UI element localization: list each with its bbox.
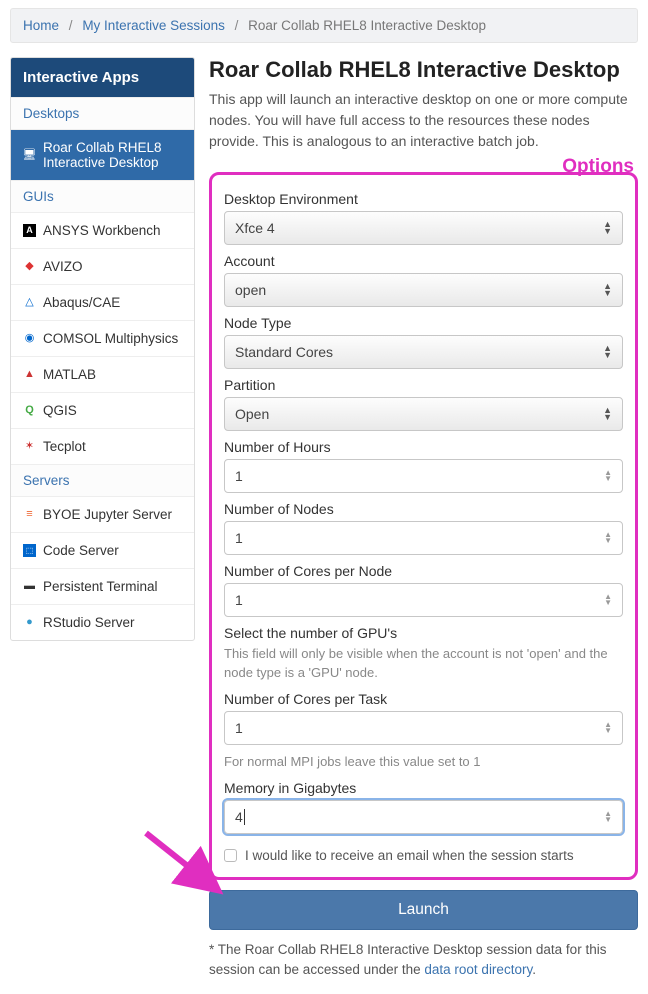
- checkbox-label: I would like to receive an email when th…: [245, 848, 574, 863]
- sidebar-item-label: Code Server: [43, 543, 119, 558]
- label-account: Account: [224, 253, 623, 269]
- monitor-icon: 🖥: [23, 149, 36, 162]
- sidebar-item-tecplot[interactable]: ✶ Tecplot: [11, 428, 194, 464]
- label-hours: Number of Hours: [224, 439, 623, 455]
- select-value: Xfce 4: [235, 220, 275, 236]
- options-panel: Desktop Environment Xfce 4 ▲▼ Account ope…: [209, 172, 638, 880]
- sidebar-item-rstudio[interactable]: ● RStudio Server: [11, 604, 194, 640]
- launch-button[interactable]: Launch: [209, 890, 638, 930]
- crumb-sessions[interactable]: My Interactive Sessions: [82, 18, 225, 33]
- chevron-updown-icon: ▲▼: [603, 407, 612, 421]
- select-node-type[interactable]: Standard Cores ▲▼: [224, 335, 623, 369]
- sidebar: Interactive Apps Desktops 🖥 Roar Collab …: [10, 57, 195, 641]
- footer-text: .: [532, 962, 536, 977]
- sidebar-item-qgis[interactable]: Q QGIS: [11, 392, 194, 428]
- link-data-root[interactable]: data root directory: [424, 962, 532, 977]
- stepper-icon[interactable]: ▲▼: [604, 811, 612, 823]
- sidebar-item-abaqus[interactable]: △ Abaqus/CAE: [11, 284, 194, 320]
- sidebar-item-label: COMSOL Multiphysics: [43, 331, 178, 346]
- app-icon: ✶: [23, 440, 36, 453]
- input-value: 1: [235, 468, 243, 484]
- select-value: Open: [235, 406, 269, 422]
- input-value: 1: [235, 530, 243, 546]
- input-cores-node[interactable]: 1 ▲▼: [224, 583, 623, 617]
- sidebar-item-label: Tecplot: [43, 439, 86, 454]
- label-cores-task: Number of Cores per Task: [224, 691, 623, 707]
- label-node-type: Node Type: [224, 315, 623, 331]
- sidebar-item-label: Abaqus/CAE: [43, 295, 120, 310]
- label-memory: Memory in Gigabytes: [224, 780, 623, 796]
- sidebar-title: Interactive Apps: [11, 58, 194, 97]
- sidebar-item-label: QGIS: [43, 403, 77, 418]
- page-title: Roar Collab RHEL8 Interactive Desktop: [209, 57, 638, 83]
- app-icon: A: [23, 224, 36, 237]
- stepper-icon[interactable]: ▲▼: [604, 594, 612, 606]
- input-value: 1: [235, 720, 243, 736]
- stepper-icon[interactable]: ▲▼: [604, 532, 612, 544]
- input-value: 4: [235, 809, 245, 825]
- sidebar-item-byoe[interactable]: ≡ BYOE Jupyter Server: [11, 496, 194, 532]
- sidebar-section-servers[interactable]: Servers: [11, 464, 194, 496]
- input-nodes[interactable]: 1 ▲▼: [224, 521, 623, 555]
- label-cores-node: Number of Cores per Node: [224, 563, 623, 579]
- input-cores-task[interactable]: 1 ▲▼: [224, 711, 623, 745]
- select-account[interactable]: open ▲▼: [224, 273, 623, 307]
- footer-note: * The Roar Collab RHEL8 Interactive Desk…: [209, 940, 638, 981]
- sidebar-item-desktop[interactable]: 🖥 Roar Collab RHEL8 Interactive Desktop: [11, 129, 194, 180]
- checkbox-email[interactable]: I would like to receive an email when th…: [224, 842, 623, 865]
- select-partition[interactable]: Open ▲▼: [224, 397, 623, 431]
- sidebar-item-label: Roar Collab RHEL8 Interactive Desktop: [43, 140, 182, 170]
- sidebar-section-guis[interactable]: GUIs: [11, 180, 194, 212]
- sidebar-item-label: ANSYS Workbench: [43, 223, 161, 238]
- help-cores-task: For normal MPI jobs leave this value set…: [224, 753, 623, 772]
- app-icon: ≡: [23, 508, 36, 521]
- checkbox-box[interactable]: [224, 849, 237, 862]
- label-desktop-env: Desktop Environment: [224, 191, 623, 207]
- chevron-updown-icon: ▲▼: [603, 345, 612, 359]
- app-icon: △: [23, 296, 36, 309]
- stepper-icon[interactable]: ▲▼: [604, 470, 612, 482]
- sidebar-item-label: Persistent Terminal: [43, 579, 158, 594]
- select-value: Standard Cores: [235, 344, 333, 360]
- sidebar-item-matlab[interactable]: ▲ MATLAB: [11, 356, 194, 392]
- sidebar-item-label: RStudio Server: [43, 615, 135, 630]
- stepper-icon[interactable]: ▲▼: [604, 722, 612, 734]
- select-value: open: [235, 282, 266, 298]
- sidebar-item-label: BYOE Jupyter Server: [43, 507, 172, 522]
- main-content: Roar Collab RHEL8 Interactive Desktop Th…: [209, 57, 638, 980]
- app-icon: ◉: [23, 332, 36, 345]
- crumb-home[interactable]: Home: [23, 18, 59, 33]
- page-lead: This app will launch an interactive desk…: [209, 89, 638, 152]
- sidebar-item-label: MATLAB: [43, 367, 96, 382]
- chevron-updown-icon: ▲▼: [603, 221, 612, 235]
- input-hours[interactable]: 1 ▲▼: [224, 459, 623, 493]
- input-value: 1: [235, 592, 243, 608]
- app-icon: ⬚: [23, 544, 36, 557]
- app-icon: Q: [23, 404, 36, 417]
- crumb-current: Roar Collab RHEL8 Interactive Desktop: [248, 18, 486, 33]
- label-partition: Partition: [224, 377, 623, 393]
- app-icon: ●: [23, 616, 36, 629]
- sidebar-section-desktops[interactable]: Desktops: [11, 97, 194, 129]
- sidebar-item-codeserver[interactable]: ⬚ Code Server: [11, 532, 194, 568]
- app-icon: ◆: [23, 260, 36, 273]
- sidebar-item-terminal[interactable]: ▬ Persistent Terminal: [11, 568, 194, 604]
- breadcrumb: Home / My Interactive Sessions / Roar Co…: [10, 8, 638, 43]
- sidebar-item-ansys[interactable]: A ANSYS Workbench: [11, 212, 194, 248]
- label-nodes: Number of Nodes: [224, 501, 623, 517]
- sidebar-item-avizo[interactable]: ◆ AVIZO: [11, 248, 194, 284]
- input-memory[interactable]: 4 ▲▼: [224, 800, 623, 834]
- select-desktop-env[interactable]: Xfce 4 ▲▼: [224, 211, 623, 245]
- footer-text: * The Roar Collab RHEL8 Interactive Desk…: [209, 942, 606, 977]
- sidebar-item-comsol[interactable]: ◉ COMSOL Multiphysics: [11, 320, 194, 356]
- options-annotation: Options: [209, 156, 634, 178]
- sidebar-item-label: AVIZO: [43, 259, 83, 274]
- label-gpus: Select the number of GPU's: [224, 625, 623, 641]
- help-gpus: This field will only be visible when the…: [224, 645, 623, 683]
- chevron-updown-icon: ▲▼: [603, 283, 612, 297]
- crumb-sep: /: [63, 18, 79, 33]
- crumb-sep: /: [229, 18, 245, 33]
- terminal-icon: ▬: [23, 580, 36, 593]
- app-icon: ▲: [23, 368, 36, 381]
